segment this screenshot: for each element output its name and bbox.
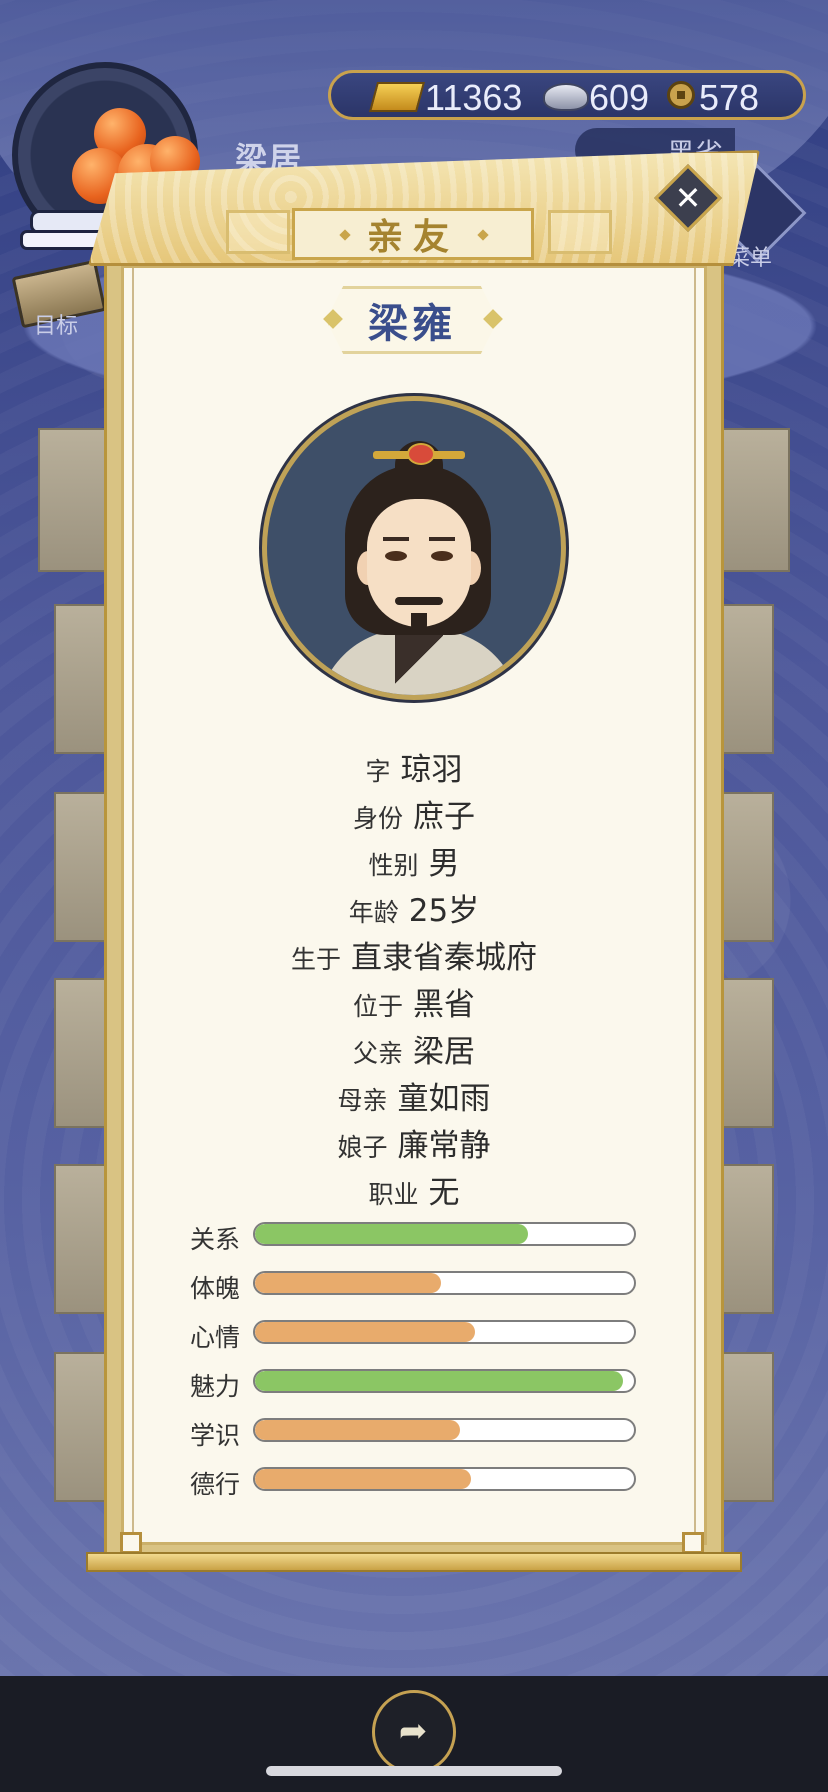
stat-label-mood: 心情: [190, 1323, 241, 1352]
stat-bar-mood: [253, 1320, 636, 1344]
profile-key: 母亲: [337, 1086, 388, 1115]
stat-fill: [255, 1469, 472, 1489]
profile-key: 字: [365, 757, 391, 786]
portrait-brow: [383, 537, 409, 541]
stat-bar-relationship: [253, 1222, 636, 1246]
stat-bar-virtue: [253, 1467, 636, 1491]
profile-value: 梁居: [413, 1034, 475, 1070]
profile-key: 性别: [368, 851, 419, 880]
stat-fill: [255, 1224, 528, 1244]
share-icon: ➦: [398, 1711, 428, 1751]
dialog-title: 亲友: [366, 217, 459, 258]
profile-value: 廉常静: [397, 1128, 491, 1164]
scroll-rod: [86, 1552, 742, 1572]
resource-bar: 11363 609 578: [328, 70, 806, 120]
copper-coin-icon: [667, 81, 695, 109]
profile-value: 25岁: [408, 893, 480, 929]
profile-value: 男: [428, 846, 460, 882]
portrait-collar: [395, 625, 443, 695]
dialog-title-plate: 亲友: [292, 208, 534, 260]
profile-key: 位于: [352, 992, 403, 1021]
portrait-brow: [429, 537, 455, 541]
profile-row-age: 年龄 25岁: [120, 885, 708, 930]
character-name-plate: 梁雍: [326, 286, 498, 354]
profile-key: 身份: [352, 804, 403, 833]
profile-row-father: 父亲 梁居: [120, 1026, 708, 1071]
corner-ornament: [120, 1532, 142, 1554]
gold-ingot-icon: [368, 82, 426, 112]
portrait-crown-gem: [407, 443, 435, 465]
header-ornament: [548, 210, 612, 254]
stat-fill: [255, 1420, 460, 1440]
profile-row-wife: 娘子 廉常静: [120, 1120, 708, 1165]
goal-label: 目标: [34, 314, 79, 339]
profile-row-location: 位于 黑省: [120, 979, 708, 1024]
profile-value: 无: [428, 1175, 460, 1211]
silver-count: 609: [589, 77, 650, 118]
stat-fill: [255, 1273, 441, 1293]
stat-label-knowledge: 学识: [190, 1421, 241, 1450]
profile-key: 娘子: [337, 1133, 388, 1162]
title-dot: [339, 229, 351, 241]
home-indicator[interactable]: [266, 1766, 562, 1776]
gold-count: 11363: [425, 77, 523, 118]
stat-fill: [255, 1322, 475, 1342]
stat-label-virtue: 德行: [190, 1470, 241, 1499]
profile-key: 生于: [290, 945, 341, 974]
stat-label-charm: 魅力: [190, 1372, 241, 1401]
portrait-face: [367, 499, 471, 627]
profile-value: 庶子: [413, 799, 475, 835]
profile-row-gender: 性别男: [120, 838, 708, 883]
portrait-eye: [385, 551, 407, 561]
profile-key: 父亲: [352, 1039, 403, 1068]
stat-bar-physique: [253, 1271, 636, 1295]
stat-bar-charm: [253, 1369, 636, 1393]
stat-label-relationship: 关系: [190, 1225, 241, 1254]
profile-row-occupation: 职业无: [120, 1167, 708, 1212]
stat-bar-knowledge: [253, 1418, 636, 1442]
coin-count: 578: [699, 77, 760, 118]
portrait-beard: [411, 613, 427, 633]
profile-value: 黑省: [413, 987, 475, 1023]
corner-ornament: [682, 1532, 704, 1554]
character-portrait: [262, 396, 566, 700]
profile-value: 童如雨: [397, 1081, 491, 1117]
character-name: 梁雍: [368, 301, 456, 347]
profile-key: 年龄: [348, 898, 399, 927]
profile-row-mother: 母亲 童如雨: [120, 1073, 708, 1118]
silver-ingot-icon: [543, 83, 589, 111]
stat-fill: [255, 1371, 623, 1391]
share-button[interactable]: ➦: [372, 1690, 456, 1774]
profile-value: 直隶省秦城府: [351, 940, 537, 976]
profile-value: 琼羽: [400, 752, 463, 788]
portrait-eye: [431, 551, 453, 561]
profile-row-courtesy-name: 字琼羽: [120, 744, 708, 789]
portrait-mustache: [395, 597, 443, 605]
title-dot: [477, 229, 489, 241]
header-ornament: [226, 210, 290, 254]
stat-label-physique: 体魄: [190, 1274, 241, 1303]
profile-key: 职业: [368, 1180, 419, 1209]
profile-row-birthplace: 生于 直隶省秦城府: [120, 932, 708, 977]
profile-row-status: 身份 庶子: [120, 791, 708, 836]
